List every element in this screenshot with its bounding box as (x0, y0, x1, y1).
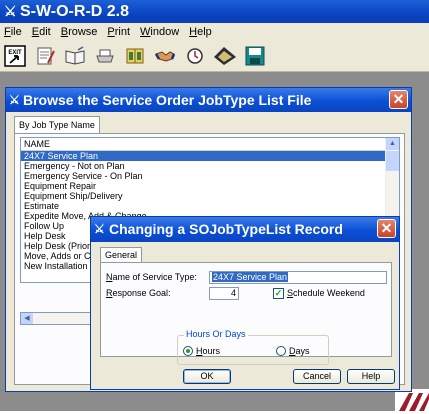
scroll-left-arrow-icon[interactable]: ◀ (21, 313, 33, 324)
general-tab-panel: Name of Service Type: 24X7 Service Plan … (100, 262, 392, 365)
days-radio-label: Days (289, 346, 310, 356)
schedule-weekend-checkbox[interactable]: ✓ (273, 288, 284, 299)
scroll-up-arrow-icon[interactable]: ▲ (386, 138, 399, 150)
menu-help[interactable]: Help (185, 26, 218, 38)
menu-browse[interactable]: Browse (57, 26, 104, 38)
list-item[interactable]: 24X7 Service Plan (21, 151, 399, 161)
svg-text:EXIT: EXIT (8, 50, 22, 56)
list-item[interactable]: Equipment Ship/Delivery (21, 191, 399, 201)
scroll-thumb[interactable] (386, 151, 399, 171)
menu-edit[interactable]: Edit (28, 26, 57, 38)
response-goal-input[interactable]: 4 (209, 287, 239, 300)
binoculars-icon[interactable] (122, 43, 148, 69)
hours-radio[interactable] (183, 346, 193, 356)
service-type-name-input[interactable]: 24X7 Service Plan (209, 271, 387, 284)
notepad-icon[interactable] (32, 43, 58, 69)
menu-bar: File Edit Browse Print Window Help (0, 23, 429, 40)
hours-radio-label: Hours (196, 346, 221, 356)
sword-app-icon: ⚔ (4, 3, 17, 19)
browse-titlebar[interactable]: ⚔ Browse the Service Order JobType List … (6, 88, 411, 112)
change-record-dialog: ⚔ Changing a SOJobTypeList Record ✕ Gene… (90, 216, 400, 390)
ok-button[interactable]: OK (183, 369, 231, 384)
list-item[interactable]: Equipment Repair (21, 181, 399, 191)
book-icon[interactable] (62, 43, 88, 69)
app-titlebar: ⚔ S-W-O-R-D 2.8 (0, 0, 429, 23)
tab-general[interactable]: General (100, 247, 143, 263)
sword-window-icon: ⚔ (94, 222, 105, 236)
name-of-service-type-label: Name of Service Type: (106, 272, 197, 282)
dialog-title: Changing a SOJobTypeList Record (109, 221, 343, 237)
save-icon[interactable] (242, 43, 268, 69)
cancel-button[interactable]: Cancel (293, 369, 341, 384)
corner-logo (395, 389, 429, 411)
clock-icon[interactable] (182, 43, 208, 69)
list-item[interactable]: Emergency - Not on Plan (21, 161, 399, 171)
hours-or-days-group-title: Hours Or Days (184, 329, 248, 339)
menu-print[interactable]: Print (103, 26, 136, 38)
response-goal-label: Response Goal: (106, 288, 171, 298)
menu-file[interactable]: File (0, 26, 28, 38)
service-type-name-value: 24X7 Service Plan (212, 272, 289, 282)
browse-close-button[interactable]: ✕ (389, 90, 408, 109)
app-title: S-W-O-R-D 2.8 (20, 3, 130, 20)
list-item[interactable]: Estimate (21, 201, 399, 211)
toolbar: EXIT (0, 40, 429, 72)
schedule-weekend-label: Schedule Weekend (287, 288, 365, 298)
dialog-titlebar[interactable]: ⚔ Changing a SOJobTypeList Record ✕ (91, 217, 399, 242)
printer-icon[interactable] (92, 43, 118, 69)
handshake-icon[interactable] (152, 43, 178, 69)
column-header-name[interactable]: NAME (21, 138, 399, 151)
exit-icon[interactable]: EXIT (2, 43, 28, 69)
sword-window-icon: ⚔ (9, 93, 20, 107)
browse-tab-strip: By Job Type Name (14, 116, 100, 133)
list-item[interactable]: Emergency Service - On Plan (21, 171, 399, 181)
browse-title: Browse the Service Order JobType List Fi… (23, 92, 312, 108)
days-radio[interactable] (276, 346, 286, 356)
hours-or-days-group: Hours Or Days Hours Days (177, 329, 329, 365)
menu-window[interactable]: Window (136, 26, 185, 38)
tab-by-job-type-name[interactable]: By Job Type Name (14, 116, 100, 133)
pen-icon[interactable] (212, 43, 238, 69)
dialog-close-button[interactable]: ✕ (377, 219, 396, 238)
help-button[interactable]: Help (347, 369, 395, 384)
